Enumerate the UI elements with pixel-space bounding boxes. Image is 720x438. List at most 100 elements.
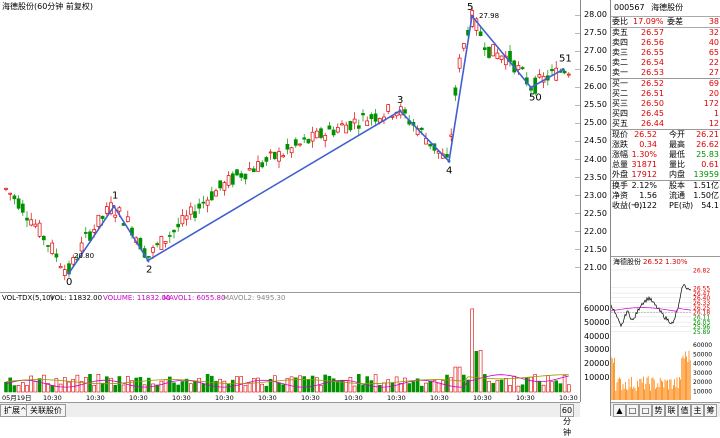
candle — [235, 169, 239, 177]
volume-bar — [537, 380, 542, 393]
volume-bar — [298, 375, 302, 393]
volume-bar — [302, 376, 307, 393]
related-stock-tab[interactable]: 关联股价 — [26, 404, 66, 417]
volume-tick: 10000 — [584, 373, 610, 383]
high-annotation: 27.98 — [479, 12, 499, 20]
mini-tab[interactable]: 联 — [665, 404, 678, 417]
stock-name: 海德股份 — [651, 3, 684, 12]
volume-bar — [172, 382, 176, 393]
ask-list: 卖五 26.57 32 卖四 26.56 40 卖三 26.55 65 卖二 26.54 22 卖一 26… — [611, 28, 720, 78]
wave-label: 3 — [397, 95, 403, 106]
price-tick: 21.50 — [584, 244, 607, 254]
ask-price: 26.56 — [641, 38, 664, 47]
ask-row: 卖五 26.57 32 — [611, 28, 720, 38]
bid-label: 买四 — [612, 109, 628, 118]
volume-bar — [235, 376, 239, 393]
price-tick: 24.50 — [584, 136, 607, 146]
volume-bar — [151, 383, 155, 393]
volume-bar — [398, 383, 403, 393]
stat-label: 量比 — [669, 160, 685, 169]
candlestick-chart[interactable]: 0 1 2 3 4 5 50 51 海德股份(60分钟 前复权) 20.80 27.98 — [0, 0, 580, 292]
volume-bar — [62, 377, 67, 393]
mini-tab[interactable]: ▲ — [613, 404, 626, 417]
candle — [272, 151, 277, 161]
stat-value: 13959 — [693, 170, 719, 179]
time-tick: 10:30 — [516, 394, 535, 402]
volume-bar — [226, 384, 231, 393]
ask-volume: 22 — [708, 58, 719, 67]
volume-bar — [260, 383, 265, 393]
stat2-label: 换手 — [612, 181, 628, 190]
price-tick: 23.00 — [584, 190, 607, 200]
price-tick: 26.50 — [584, 64, 607, 74]
volume-bar — [495, 380, 500, 393]
bid-price: 26.50 — [641, 99, 664, 108]
mini-tab[interactable]: 值 — [678, 404, 691, 417]
bid-row: 买一 26.52 69 — [611, 79, 720, 89]
mini-tab[interactable]: 筹 — [704, 404, 717, 417]
volume-bar — [100, 382, 105, 393]
volume-bar — [277, 382, 281, 393]
volume-bar — [180, 381, 185, 393]
volume-bar — [201, 383, 206, 393]
intraday-mini-chart[interactable]: 海德股份 26.52 1.30% 26.8226.5526.4726.4026.… — [611, 256, 720, 402]
time-tick: 05月19日 — [2, 394, 32, 402]
stat2-value: 1.56 — [639, 191, 657, 200]
stat2-label: 流通 — [669, 191, 685, 200]
mini-tab[interactable]: □ — [626, 404, 639, 417]
bid-volume: 12 — [708, 119, 719, 128]
volume-bar — [184, 378, 189, 393]
volume-bar — [474, 350, 479, 393]
mini-tab[interactable]: 势 — [652, 404, 665, 417]
volume-bar — [520, 384, 525, 393]
volume-bar — [541, 384, 546, 393]
time-tick: 10:30 — [473, 394, 492, 402]
ask-volume: 40 — [708, 38, 719, 47]
volume-tick: 30000 — [584, 345, 610, 355]
stat2-label: 净资 — [612, 191, 628, 200]
price-axis: 28.00 27.50 27.00 26.50 26.00 25.50 25.00 24.50… — [580, 0, 611, 292]
volume-bar — [478, 350, 483, 393]
volume-tick: 20000 — [584, 359, 610, 369]
stat2-row: 收益(一) 0.122 PE(动) 54.1 — [611, 201, 720, 211]
volume-bar — [352, 385, 357, 393]
candle — [491, 44, 496, 57]
mini-tab[interactable]: □ — [639, 404, 652, 417]
bid-price: 26.45 — [641, 109, 664, 118]
volume-bar — [272, 375, 277, 393]
mini-tabs: ▲ □ □ 势联值主筹 — [611, 402, 720, 417]
bid-price: 26.51 — [641, 89, 664, 98]
time-tick: 10:30 — [387, 394, 406, 402]
time-tick: 10:30 — [430, 394, 449, 402]
mini-vol-tick: 60000 — [693, 342, 712, 349]
volume-chart[interactable]: VOL-TDX(5,10) VOL: 11832.00 VOLUME: 1183… — [0, 292, 580, 402]
stat-row: 涨幅 1.30% 最低 25.83 — [611, 150, 720, 160]
volume-bar — [222, 380, 227, 393]
chart-title: 海德股份(60分钟 前复权) — [2, 1, 93, 11]
time-tick: 10:30 — [215, 394, 234, 402]
time-tick: 10:30 — [172, 394, 191, 402]
stats2-list: 换手 2.12% 股本 1.51亿 净资 1.56 流通 1.50亿 收益(一) 0.122 PE(… — [611, 181, 720, 211]
ask-row: 卖四 26.56 40 — [611, 38, 720, 48]
period-selector[interactable]: 60分钟 — [560, 404, 574, 437]
volume-bar — [197, 377, 201, 393]
mini-vol-tick: 20000 — [693, 379, 712, 386]
volume-bar — [50, 385, 55, 393]
candle — [306, 138, 311, 144]
stat2-row: 换手 2.12% 股本 1.51亿 — [611, 181, 720, 191]
price-tick: 26.00 — [584, 82, 607, 92]
volume-bar — [189, 383, 193, 393]
bid-label: 买三 — [612, 99, 628, 108]
volume-bar — [92, 384, 96, 393]
ask-row: 卖二 26.54 22 — [611, 58, 720, 68]
volume-bar — [487, 380, 491, 393]
volume-bar — [377, 384, 382, 393]
order-ratio-row: 委比 17.09% 委差 38 — [611, 17, 720, 28]
volume-tick: 50000 — [584, 317, 610, 327]
candle — [319, 126, 323, 140]
time-tick: 10:30 — [86, 394, 105, 402]
volume-bar — [403, 377, 407, 393]
ask-price: 26.53 — [641, 68, 664, 77]
volume-bar — [558, 383, 563, 393]
mini-tab[interactable]: 主 — [691, 404, 704, 417]
